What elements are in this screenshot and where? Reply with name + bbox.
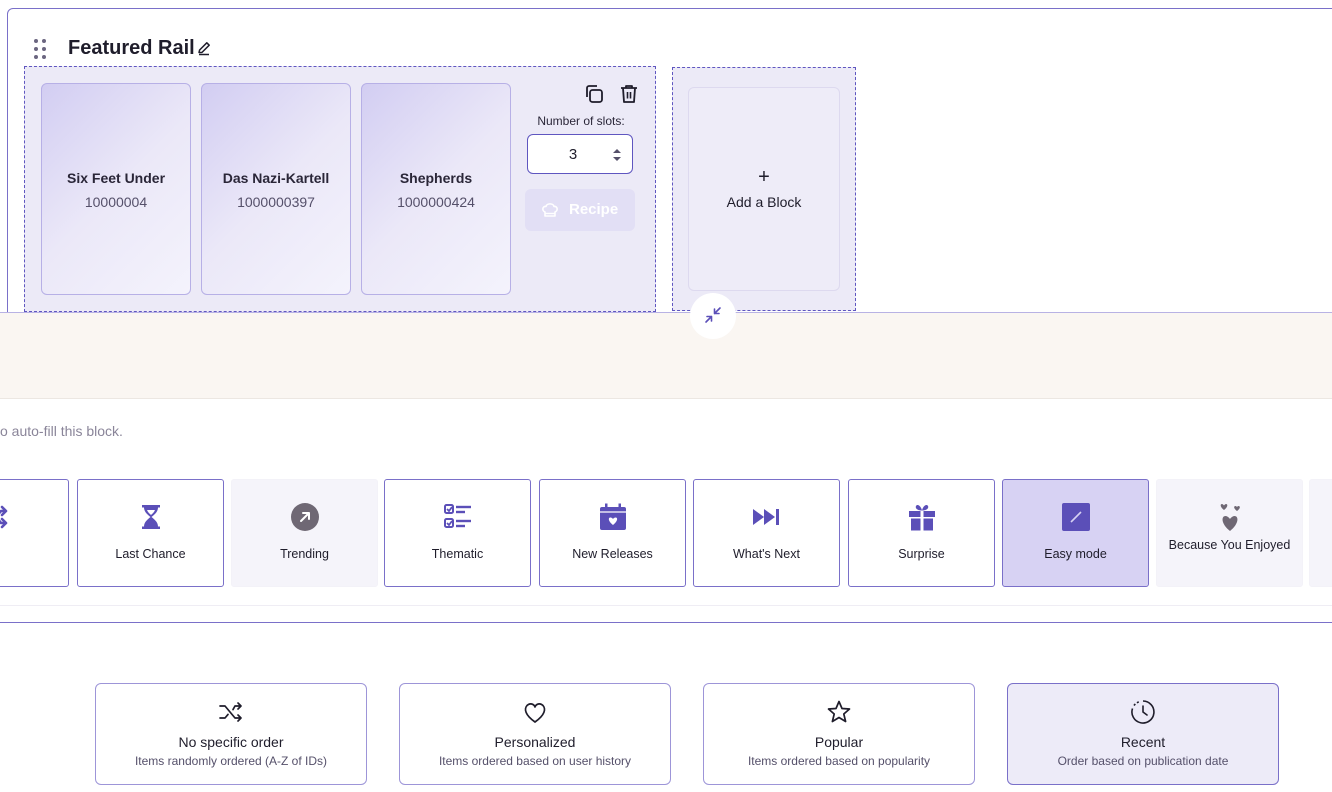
clock-icon (1131, 700, 1155, 724)
order-title: No specific order (178, 734, 284, 750)
drag-handle-icon[interactable] (34, 39, 48, 59)
duplicate-icon[interactable] (583, 83, 605, 105)
order-desc: Order based on publication date (1057, 754, 1229, 768)
block-config-panel: o auto-fill this block. ular Last Chance… (0, 293, 1332, 792)
strategy-card-partial[interactable] (1309, 479, 1332, 587)
strategy-card-trending[interactable]: Trending (231, 479, 378, 587)
slot-id: 1000000397 (237, 194, 315, 210)
order-desc: Items ordered based on popularity (747, 754, 931, 768)
collapse-arrows-icon (705, 307, 721, 323)
collapse-button[interactable] (690, 293, 736, 339)
slot-title: Six Feet Under (66, 170, 166, 186)
slots-label: Number of slots: (537, 114, 625, 128)
chef-hat-icon (542, 203, 558, 217)
order-desc: Items ordered based on user history (438, 754, 632, 768)
plus-icon: + (758, 166, 770, 188)
slot-card[interactable]: Shepherds 1000000424 (361, 83, 511, 295)
checklist-icon (443, 504, 471, 528)
slots-number-input[interactable]: 3 (527, 134, 633, 174)
gift-icon (908, 505, 935, 531)
order-personalized[interactable]: Personalized Items ordered based on user… (399, 683, 671, 785)
shuffle-partial-icon (0, 505, 7, 529)
fast-forward-icon (752, 509, 779, 525)
spinner-arrows-icon[interactable] (612, 147, 622, 163)
strategy-label: Easy mode (1044, 547, 1107, 561)
strategy-card-because-you-enjoyed[interactable]: Because You Enjoyed (1156, 479, 1303, 587)
order-no-specific[interactable]: No specific order Items randomly ordered… (95, 683, 367, 785)
recipe-label: Recipe (569, 201, 619, 218)
strategy-card-whats-next[interactable]: What's Next (693, 479, 840, 587)
strategy-label: Surprise (898, 547, 945, 561)
order-title: Recent (1120, 734, 1166, 750)
strategy-card-popular[interactable]: ular (0, 479, 69, 587)
block-area: Six Feet Under 10000004 Das Nazi-Kartell… (24, 66, 656, 312)
shuffle-icon (219, 702, 242, 722)
page-root: Featured Rail Six Feet Under 10000004 Da… (0, 0, 1332, 792)
easy-mode-icon (1061, 503, 1090, 531)
add-block-label: Add a Block (726, 194, 802, 210)
strategy-card-easy-mode[interactable]: Easy mode (1002, 479, 1149, 587)
trending-arrow-icon (290, 503, 319, 531)
strategy-label: Because You Enjoyed (1168, 538, 1291, 552)
strategy-label: Trending (280, 547, 329, 561)
trash-icon[interactable] (618, 83, 640, 105)
order-recent[interactable]: Recent Order based on publication date (1007, 683, 1279, 785)
strategy-label: Last Chance (115, 547, 186, 561)
add-block-button[interactable]: + Add a Block (688, 87, 840, 291)
slot-title: Das Nazi-Kartell (222, 170, 330, 186)
hourglass-icon (141, 505, 160, 529)
slot-id: 1000000424 (397, 194, 475, 210)
strategy-card-new-releases[interactable]: New Releases (539, 479, 686, 587)
order-popular[interactable]: Popular Items ordered based on popularit… (703, 683, 975, 785)
slots-value: 3 (568, 146, 578, 163)
strategy-hint: o auto-fill this block. (0, 423, 123, 439)
slot-id: 10000004 (84, 194, 148, 210)
add-block-area: + Add a Block (672, 67, 856, 311)
divider (0, 605, 1332, 606)
order-desc: Items randomly ordered (A-Z of IDs) (134, 754, 328, 768)
order-title: Personalized (494, 734, 576, 750)
rail-title: Featured Rail (68, 37, 195, 59)
strategy-card-thematic[interactable]: Thematic (384, 479, 531, 587)
recipe-button[interactable]: Recipe (525, 189, 635, 231)
calendar-heart-icon (599, 503, 626, 530)
panel-header-band (0, 313, 1332, 399)
pencil-icon[interactable] (196, 40, 212, 56)
slot-card[interactable]: Das Nazi-Kartell 1000000397 (201, 83, 351, 295)
strategy-label: What's Next (733, 547, 800, 561)
section-divider (0, 622, 1332, 623)
strategy-card-last-chance[interactable]: Last Chance (77, 479, 224, 587)
hearts-icon (1220, 504, 1240, 531)
strategy-label: New Releases (572, 547, 653, 561)
star-icon (827, 700, 851, 723)
heart-icon (524, 703, 546, 723)
strategy-card-surprise[interactable]: Surprise (848, 479, 995, 587)
strategy-label: Thematic (431, 547, 484, 561)
slot-title: Shepherds (399, 170, 473, 186)
order-title: Popular (814, 734, 864, 750)
slot-card[interactable]: Six Feet Under 10000004 (41, 83, 191, 295)
